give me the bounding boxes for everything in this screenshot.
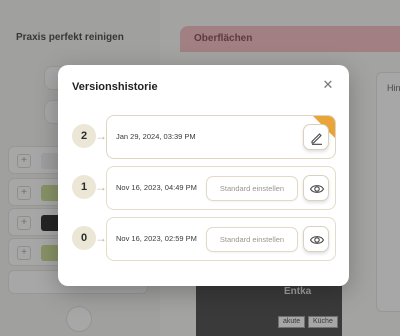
version-number-badge: 0 xyxy=(72,226,96,250)
version-date: Nov 16, 2023, 02:59 PM xyxy=(116,234,197,243)
version-row: 2 → Jan 29, 2024, 03:39 PM xyxy=(72,115,336,159)
edit-icon xyxy=(311,133,322,145)
eye-icon xyxy=(309,185,325,193)
close-icon[interactable]: ✕ xyxy=(321,78,335,92)
version-row: 0 → Nov 16, 2023, 02:59 PM Standard eins… xyxy=(72,217,336,261)
version-history-dialog: Versionshistorie ✕ 2 → Jan 29, 2024, 03:… xyxy=(58,65,349,286)
preview-button[interactable] xyxy=(303,226,329,252)
version-date: Jan 29, 2024, 03:39 PM xyxy=(116,132,196,141)
version-card-current[interactable]: Jan 29, 2024, 03:39 PM xyxy=(106,115,336,159)
version-card: Nov 16, 2023, 02:59 PM Standard einstell… xyxy=(106,217,336,261)
eye-icon xyxy=(309,236,325,244)
version-card: Nov 16, 2023, 04:49 PM Standard einstell… xyxy=(106,166,336,210)
version-row: 1 → Nov 16, 2023, 04:49 PM Standard eins… xyxy=(72,166,336,210)
set-default-button[interactable]: Standard einstellen xyxy=(206,176,298,201)
version-number-badge: 1 xyxy=(72,175,96,199)
set-default-button[interactable]: Standard einstellen xyxy=(206,227,298,252)
preview-button[interactable] xyxy=(303,175,329,201)
edit-button[interactable] xyxy=(303,124,329,150)
version-date: Nov 16, 2023, 04:49 PM xyxy=(116,183,197,192)
dialog-title: Versionshistorie xyxy=(72,81,158,93)
version-number-badge: 2 xyxy=(72,124,96,148)
